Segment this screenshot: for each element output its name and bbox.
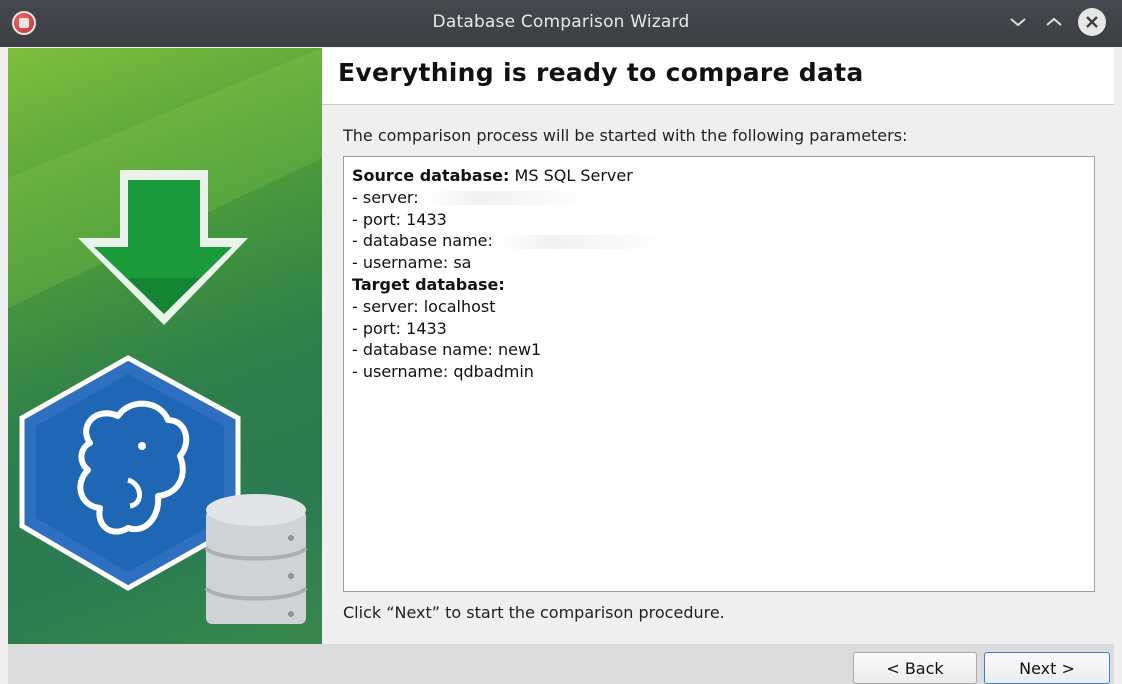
source-username-line: - username: sa <box>352 253 472 273</box>
target-database-line: Target database: <box>352 274 1086 296</box>
source-database-label: Source database: <box>352 166 510 185</box>
footer-note: Click “Next” to start the comparison pro… <box>343 603 725 622</box>
minimize-button[interactable] <box>1004 8 1032 36</box>
page-title: Everything is ready to compare data <box>338 58 864 87</box>
target-database-label: Target database: <box>352 274 505 294</box>
close-icon <box>1086 16 1098 28</box>
back-button[interactable]: < Back <box>853 652 977 684</box>
banner-illustration <box>8 48 322 644</box>
parameters-summary[interactable]: Source database: MS SQL Server - server:… <box>343 156 1095 592</box>
intro-text: The comparison process will be started w… <box>343 126 908 145</box>
target-username-line: - username: qdbadmin <box>352 362 534 382</box>
page-header: Everything is ready to compare data <box>322 48 1114 105</box>
source-server-line: - server: <box>352 187 1086 209</box>
wizard-window: Database Comparison Wizard Everything is… <box>0 0 1122 684</box>
target-server-line: - server: localhost <box>352 296 496 316</box>
target-port-line: - port: 1433 <box>352 318 447 338</box>
source-port-line: - port: 1433 <box>352 209 447 229</box>
source-dbname-line: - database name: <box>352 230 1086 252</box>
wizard-banner <box>8 48 322 644</box>
title-bar[interactable]: Database Comparison Wizard <box>0 0 1122 47</box>
chevron-up-icon <box>1046 17 1062 26</box>
chevron-down-icon <box>1010 18 1026 27</box>
window-title: Database Comparison Wizard <box>432 12 690 32</box>
source-database-value: MS SQL Server <box>514 166 633 185</box>
target-dbname-line: - database name: new1 <box>352 340 542 360</box>
source-database-line: Source database: MS SQL Server <box>352 165 1086 187</box>
close-button[interactable] <box>1078 8 1106 36</box>
database-icon <box>204 494 308 624</box>
maximize-button[interactable] <box>1040 8 1068 36</box>
next-button[interactable]: Next > <box>984 652 1110 684</box>
